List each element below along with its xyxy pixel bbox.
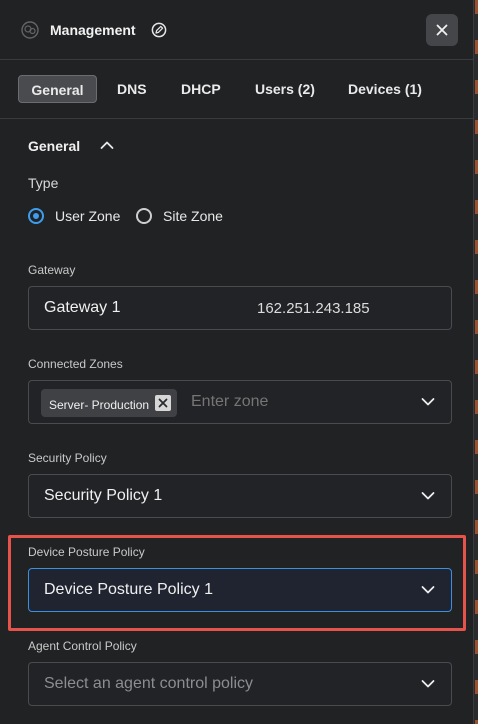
tab-users[interactable]: Users (2)	[255, 75, 315, 103]
security-policy-label: Security Policy	[28, 451, 107, 465]
agent-control-policy-placeholder: Select an agent control policy	[44, 675, 254, 692]
agent-control-policy-select[interactable]: Select an agent control policy	[28, 662, 452, 706]
gateway-value: Gateway 1	[44, 299, 121, 316]
chevron-down-icon[interactable]	[421, 585, 435, 595]
close-button[interactable]	[426, 14, 458, 46]
tab-dhcp[interactable]: DHCP	[181, 75, 221, 103]
management-panel: Management General DNS DHCP Users (2) De…	[0, 0, 474, 724]
tab-general[interactable]: General	[18, 75, 97, 103]
type-label: Type	[28, 175, 59, 191]
tab-devices[interactable]: Devices (1)	[348, 75, 422, 103]
chevron-up-icon[interactable]	[100, 140, 114, 150]
panel-header: Management	[0, 0, 474, 60]
connected-zones-field[interactable]: Server- Production	[28, 380, 452, 424]
close-icon	[436, 24, 448, 36]
panel-title: Management	[50, 22, 136, 38]
edit-icon[interactable]	[151, 22, 167, 38]
chevron-down-icon[interactable]	[421, 679, 435, 689]
zone-logo-icon	[21, 21, 39, 39]
section-title-general: General	[28, 138, 81, 154]
security-policy-select[interactable]: Security Policy 1	[28, 474, 452, 518]
zone-input[interactable]	[189, 392, 393, 412]
chevron-down-icon[interactable]	[421, 397, 435, 407]
radio-site-zone-label[interactable]: Site Zone	[163, 208, 223, 224]
radio-user-zone-label[interactable]: User Zone	[55, 208, 120, 224]
chevron-down-icon[interactable]	[421, 491, 435, 501]
gateway-label: Gateway	[28, 263, 76, 277]
agent-control-policy-label: Agent Control Policy	[28, 639, 137, 653]
zone-chip-label: Server- Production	[49, 398, 150, 412]
gateway-ip: 162.251.243.185	[257, 300, 370, 317]
tab-dns[interactable]: DNS	[117, 75, 147, 103]
connected-zones-label: Connected Zones	[28, 357, 123, 371]
device-posture-policy-label: Device Posture Policy	[28, 545, 145, 559]
background-edge	[474, 0, 478, 724]
tab-bar: General DNS DHCP Users (2) Devices (1)	[0, 60, 474, 119]
zone-chip: Server- Production	[41, 389, 178, 417]
remove-chip-icon[interactable]	[155, 395, 172, 411]
device-posture-policy-value: Device Posture Policy 1	[44, 581, 213, 598]
radio-site-zone[interactable]	[136, 208, 152, 224]
security-policy-value: Security Policy 1	[44, 487, 163, 504]
radio-user-zone[interactable]	[28, 208, 44, 224]
device-posture-policy-select[interactable]: Device Posture Policy 1	[28, 568, 452, 612]
gateway-field[interactable]: Gateway 1 162.251.243.185	[28, 286, 452, 330]
